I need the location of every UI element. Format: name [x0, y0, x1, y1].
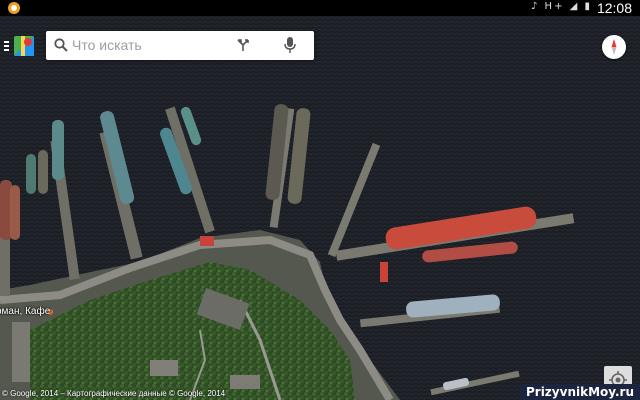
ship — [52, 120, 64, 180]
place-label[interactable]: рман, Кафе — [0, 306, 50, 317]
watermark: PrizyvnikMoy.ru — [520, 384, 640, 400]
search-bar[interactable]: Что искать — [46, 31, 314, 60]
menu-button[interactable] — [4, 34, 40, 58]
compass-button[interactable] — [602, 35, 626, 59]
ship — [10, 185, 20, 240]
map-copyright: © Google, 2014 – Картографические данные… — [2, 389, 226, 398]
status-icons: ♪ H+ ◢ ▮ — [530, 1, 592, 12]
mic-icon[interactable] — [284, 37, 296, 53]
compass-icon — [611, 39, 617, 55]
ship — [200, 236, 214, 246]
search-icon — [54, 38, 68, 52]
google-maps-logo-icon — [14, 36, 34, 56]
building — [150, 360, 178, 376]
menu-icon — [4, 36, 34, 56]
satellite-map[interactable] — [0, 16, 640, 400]
status-bar: ♪ H+ ◢ ▮ 12:08 — [0, 0, 640, 16]
status-time: 12:08 — [596, 0, 632, 16]
building — [230, 375, 260, 389]
ship — [380, 262, 388, 282]
building — [12, 322, 30, 382]
ship — [38, 150, 48, 194]
maps-notification-icon — [8, 2, 20, 14]
pier — [0, 236, 10, 296]
ship — [26, 154, 36, 194]
directions-icon[interactable] — [236, 38, 250, 52]
search-input[interactable]: Что искать — [72, 37, 142, 53]
